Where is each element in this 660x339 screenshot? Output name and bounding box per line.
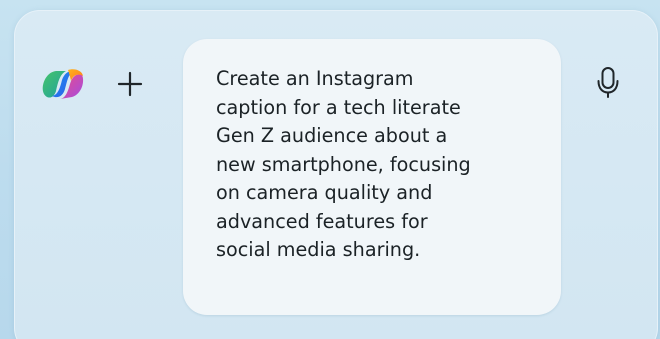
copilot-logo-icon <box>38 64 88 104</box>
add-attachment-button[interactable] <box>112 66 148 102</box>
microphone-button[interactable] <box>591 64 625 102</box>
plus-icon <box>117 71 143 97</box>
prompt-text: Create an Instagram caption for a tech l… <box>216 67 471 261</box>
microphone-icon <box>597 67 619 98</box>
prompt-message-bubble: Create an Instagram caption for a tech l… <box>183 39 561 315</box>
